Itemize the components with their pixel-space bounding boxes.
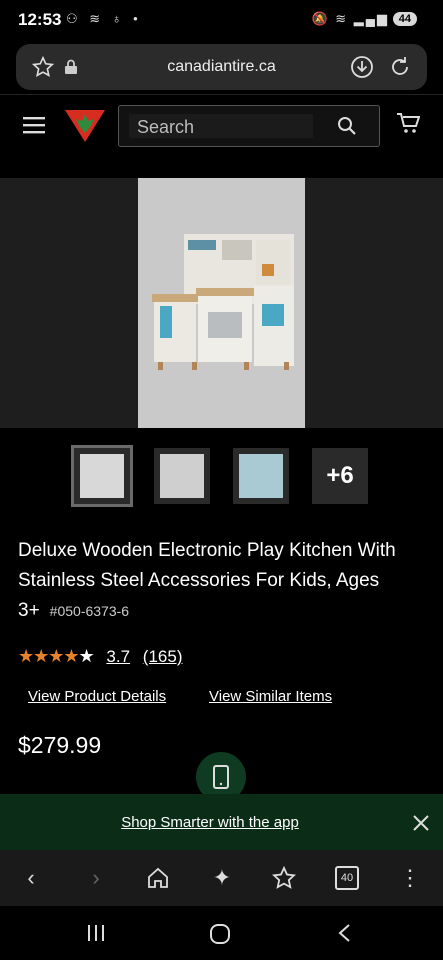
download-icon[interactable]: [350, 55, 374, 79]
cart-icon[interactable]: [396, 112, 420, 134]
address-bar[interactable]: canadiantire.ca: [16, 44, 427, 90]
promo-text[interactable]: Shop Smarter with the app: [0, 814, 420, 831]
rating-stars-icon: ★★★★★: [18, 646, 95, 666]
tabs-count: 40: [340, 872, 354, 884]
search-icon[interactable]: [337, 116, 357, 136]
product-rating[interactable]: ★★★★★ 3.7 (165): [18, 646, 182, 670]
thumbnail-2[interactable]: [154, 448, 210, 504]
reload-icon[interactable]: [388, 55, 412, 79]
play-kitchen-illustration: [152, 234, 294, 370]
site-header: Search: [0, 94, 443, 161]
system-nav-bar: [0, 906, 443, 960]
system-icons: 🔕 ≋ ▂▄▆: [311, 11, 389, 26]
search-box[interactable]: Search: [118, 105, 380, 147]
status-time: 12:53: [18, 10, 62, 29]
thumbnail-1[interactable]: [71, 445, 133, 507]
battery-icon: 44: [392, 12, 417, 26]
sparkle-icon[interactable]: ✦: [208, 864, 236, 892]
rating-value[interactable]: 3.7: [106, 647, 130, 666]
view-similar-items-link[interactable]: View Similar Items: [209, 688, 332, 705]
product-image[interactable]: [138, 178, 305, 428]
product-title: Deluxe Wooden Electronic Play Kitchen Wi…: [18, 536, 418, 626]
phone-icon: [213, 765, 229, 789]
home-button-icon[interactable]: [209, 923, 231, 945]
nav-back-icon[interactable]: [336, 923, 352, 943]
hamburger-menu-icon[interactable]: [23, 116, 45, 134]
back-icon[interactable]: ‹: [17, 864, 45, 892]
recent-apps-icon[interactable]: [86, 923, 106, 943]
browser-toolbar: ‹ › ✦ 40 ⋮: [0, 850, 443, 906]
canadian-tire-logo[interactable]: [64, 107, 106, 143]
product-price: $279.99: [18, 732, 102, 758]
forward-icon[interactable]: ›: [82, 864, 110, 892]
bookmarks-icon[interactable]: [272, 866, 296, 890]
notification-icons: ⚇ ≋ ♁ •: [66, 11, 142, 26]
product-sku: #050-6373-6: [49, 603, 130, 619]
tabs-icon[interactable]: 40: [335, 866, 359, 890]
more-images-button[interactable]: +6: [312, 448, 368, 504]
view-product-details-link[interactable]: View Product Details: [28, 688, 166, 705]
search-placeholder: Search: [137, 117, 195, 137]
close-icon[interactable]: [412, 814, 430, 832]
home-icon[interactable]: [146, 866, 170, 890]
thumbnail-3[interactable]: [233, 448, 289, 504]
product-image-area: [0, 178, 443, 428]
rating-count[interactable]: (165): [143, 647, 183, 666]
more-options-icon[interactable]: ⋮: [396, 864, 424, 892]
status-bar: 12:53 ⚇ ≋ ♁ • 🔕 ≋ ▂▄▆ 44: [0, 0, 443, 40]
app-promo-banner[interactable]: Shop Smarter with the app: [0, 794, 443, 850]
